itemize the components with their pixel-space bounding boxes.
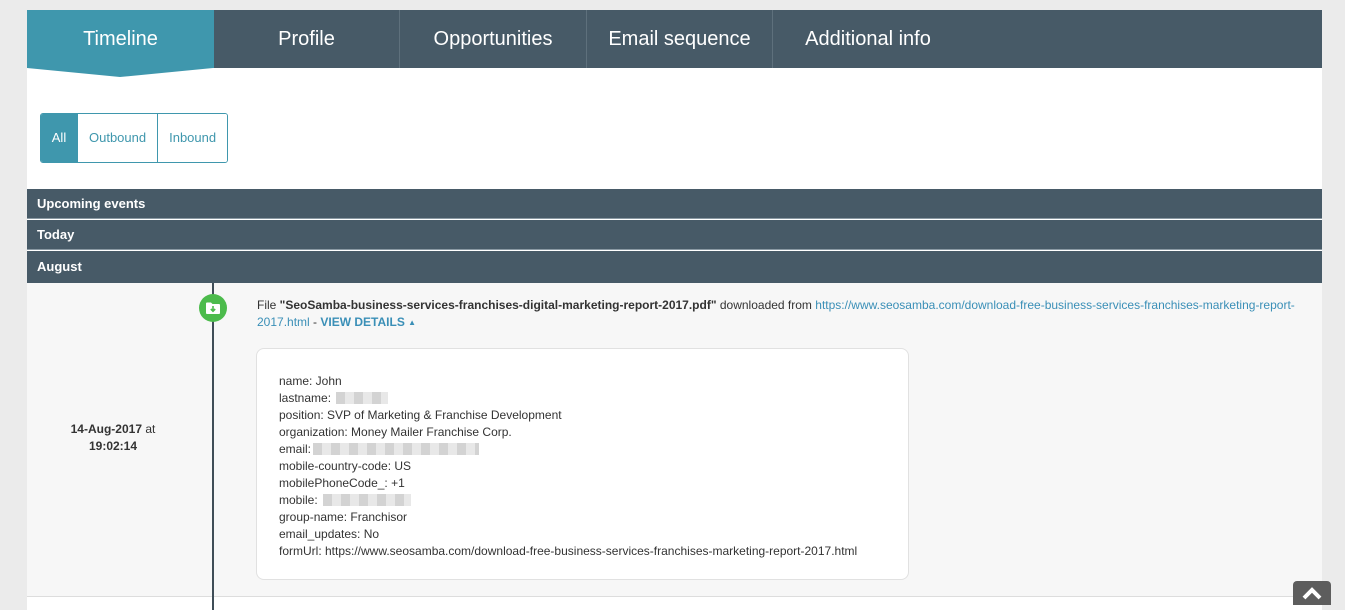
filter-outbound-button[interactable]: Outbound	[77, 114, 158, 162]
event-mid: downloaded from	[716, 298, 816, 312]
event-filename: "SeoSamba-business-services-franchises-d…	[279, 298, 717, 312]
chevron-up-icon	[1302, 587, 1322, 600]
tab-timeline[interactable]: Timeline	[27, 10, 214, 68]
section-upcoming-events[interactable]: Upcoming events	[27, 189, 1322, 219]
detail-group-name: group-name: Franchisor	[279, 510, 408, 524]
redacted-value	[323, 494, 412, 506]
tab-profile[interactable]: Profile	[214, 10, 400, 68]
view-details-toggle[interactable]: VIEW DETAILS ▲	[320, 315, 416, 329]
timeline-filter-group: All Outbound Inbound	[40, 113, 229, 163]
detail-name: name: John	[279, 374, 342, 388]
section-today[interactable]: Today	[27, 220, 1322, 250]
event-at: at	[145, 422, 156, 436]
event-time: 19:02:14	[88, 439, 138, 453]
tab-email-sequence[interactable]: Email sequence	[587, 10, 773, 68]
tab-opportunities[interactable]: Opportunities	[400, 10, 587, 68]
timeline-event-row: 14-Aug-2017 at 19:02:14 File "SeoSamba-b…	[27, 283, 1322, 610]
tab-bar: Timeline Profile Opportunities Email seq…	[27, 10, 1322, 68]
detail-mobile-row: mobile:	[279, 492, 886, 509]
detail-lastname: lastname:	[279, 391, 332, 405]
filter-inbound-button[interactable]: Inbound	[157, 114, 228, 162]
active-tab-pointer	[27, 68, 213, 77]
detail-mobile-phone-code: mobilePhoneCode_: +1	[279, 476, 405, 490]
view-details-label: VIEW DETAILS	[320, 315, 405, 329]
event-date: 14-Aug-2017	[70, 422, 142, 436]
event-details-card: name: John lastname: position: SVP of Ma…	[256, 348, 909, 580]
event-prefix: File	[257, 298, 280, 312]
detail-email: email:	[279, 442, 312, 456]
detail-position: position: SVP of Marketing & Franchise D…	[279, 408, 562, 422]
detail-mobile-country-code: mobile-country-code: US	[279, 459, 412, 473]
timeline-line	[212, 283, 214, 610]
filter-all-button[interactable]: All	[41, 114, 77, 162]
section-august[interactable]: August	[27, 251, 1322, 283]
event-timestamp: 14-Aug-2017 at 19:02:14	[43, 421, 183, 455]
contact-panel: Timeline Profile Opportunities Email seq…	[27, 10, 1322, 610]
scroll-to-top-button[interactable]	[1293, 581, 1331, 605]
detail-email-updates: email_updates: No	[279, 527, 380, 541]
tab-additional-info[interactable]: Additional info	[773, 10, 963, 68]
redacted-value	[336, 392, 389, 404]
download-folder-icon	[199, 294, 227, 322]
detail-mobile: mobile:	[279, 493, 318, 507]
event-sep: -	[309, 315, 321, 329]
event-description: File "SeoSamba-business-services-franchi…	[257, 297, 1317, 331]
detail-form-url: formUrl: https://www.seosamba.com/downlo…	[279, 544, 858, 558]
detail-organization: organization: Money Mailer Franchise Cor…	[279, 425, 512, 439]
detail-email-row: email:	[279, 441, 886, 458]
detail-lastname-row: lastname:	[279, 390, 886, 407]
redacted-value	[313, 443, 480, 455]
caret-up-icon: ▲	[408, 318, 417, 327]
